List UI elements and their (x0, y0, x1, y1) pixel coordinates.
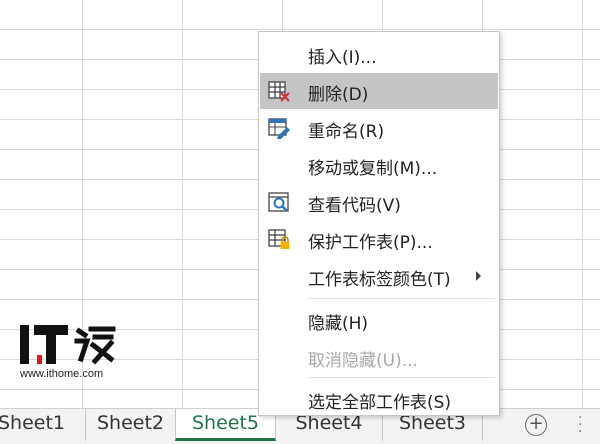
menu-item-label: 插入(I)... (308, 48, 377, 68)
watermark-url: www.ithome.com (20, 368, 104, 380)
more-options-icon[interactable]: · · · (578, 411, 582, 439)
menu-item-label: 查看代码(V) (308, 196, 401, 216)
menu-item-view-code[interactable]: 查看代码(V) (260, 184, 498, 220)
add-sheet-button[interactable]: + (525, 414, 547, 436)
grid-line (0, 29, 600, 30)
menu-item-label: 取消隐藏(U)... (308, 351, 418, 371)
menu-item-label: 重命名(R) (308, 122, 385, 142)
menu-item-label: 保护工作表(P)... (308, 233, 433, 253)
menu-item-delete[interactable]: 删除(D) (260, 73, 498, 109)
menu-item-label: 删除(D) (308, 85, 369, 105)
sheet-tab-label: Sheet1 (0, 412, 66, 434)
sheet-tab[interactable]: Sheet2 (86, 409, 176, 441)
menu-separator (307, 377, 495, 378)
view-code-icon (268, 192, 289, 212)
menu-item-label: 移动或复制(M)... (308, 159, 438, 179)
menu-item-move-copy[interactable]: 移动或复制(M)... (260, 147, 498, 183)
menu-item-protect-sheet[interactable]: 保护工作表(P)... (260, 221, 498, 257)
menu-item-tab-color[interactable]: 工作表标签颜色(T) (260, 258, 498, 294)
menu-item-label: 工作表标签颜色(T) (308, 270, 451, 290)
menu-item-rename[interactable]: 重命名(R) (260, 110, 498, 146)
menu-item-insert[interactable]: 插入(I)... (260, 36, 498, 72)
sheet-tab-label: Sheet2 (96, 412, 165, 434)
menu-item-hide[interactable]: 隐藏(H) (260, 302, 498, 338)
sheet-tab[interactable]: Sheet1 (0, 409, 86, 441)
submenu-arrow-icon (476, 271, 481, 281)
menu-item-select-all-sheets[interactable]: 选定全部工作表(S) (260, 381, 498, 417)
sheet-tab-label: Sheet5 (191, 412, 260, 434)
protect-sheet-icon (268, 229, 290, 249)
delete-sheet-icon (268, 81, 290, 102)
grid-line (582, 0, 583, 408)
menu-item-label: 选定全部工作表(S) (308, 393, 452, 413)
rename-sheet-icon (268, 118, 290, 139)
grid-line (182, 0, 183, 408)
menu-item-label: 隐藏(H) (308, 314, 369, 334)
plus-icon: + (528, 413, 544, 434)
menu-item-unhide: 取消隐藏(U)... (260, 339, 498, 375)
sheet-context-menu: 插入(I)... 删除(D) 重命名(R) 移动或复制(M)... 查看代码(V… (258, 31, 500, 416)
menu-separator (307, 298, 495, 299)
